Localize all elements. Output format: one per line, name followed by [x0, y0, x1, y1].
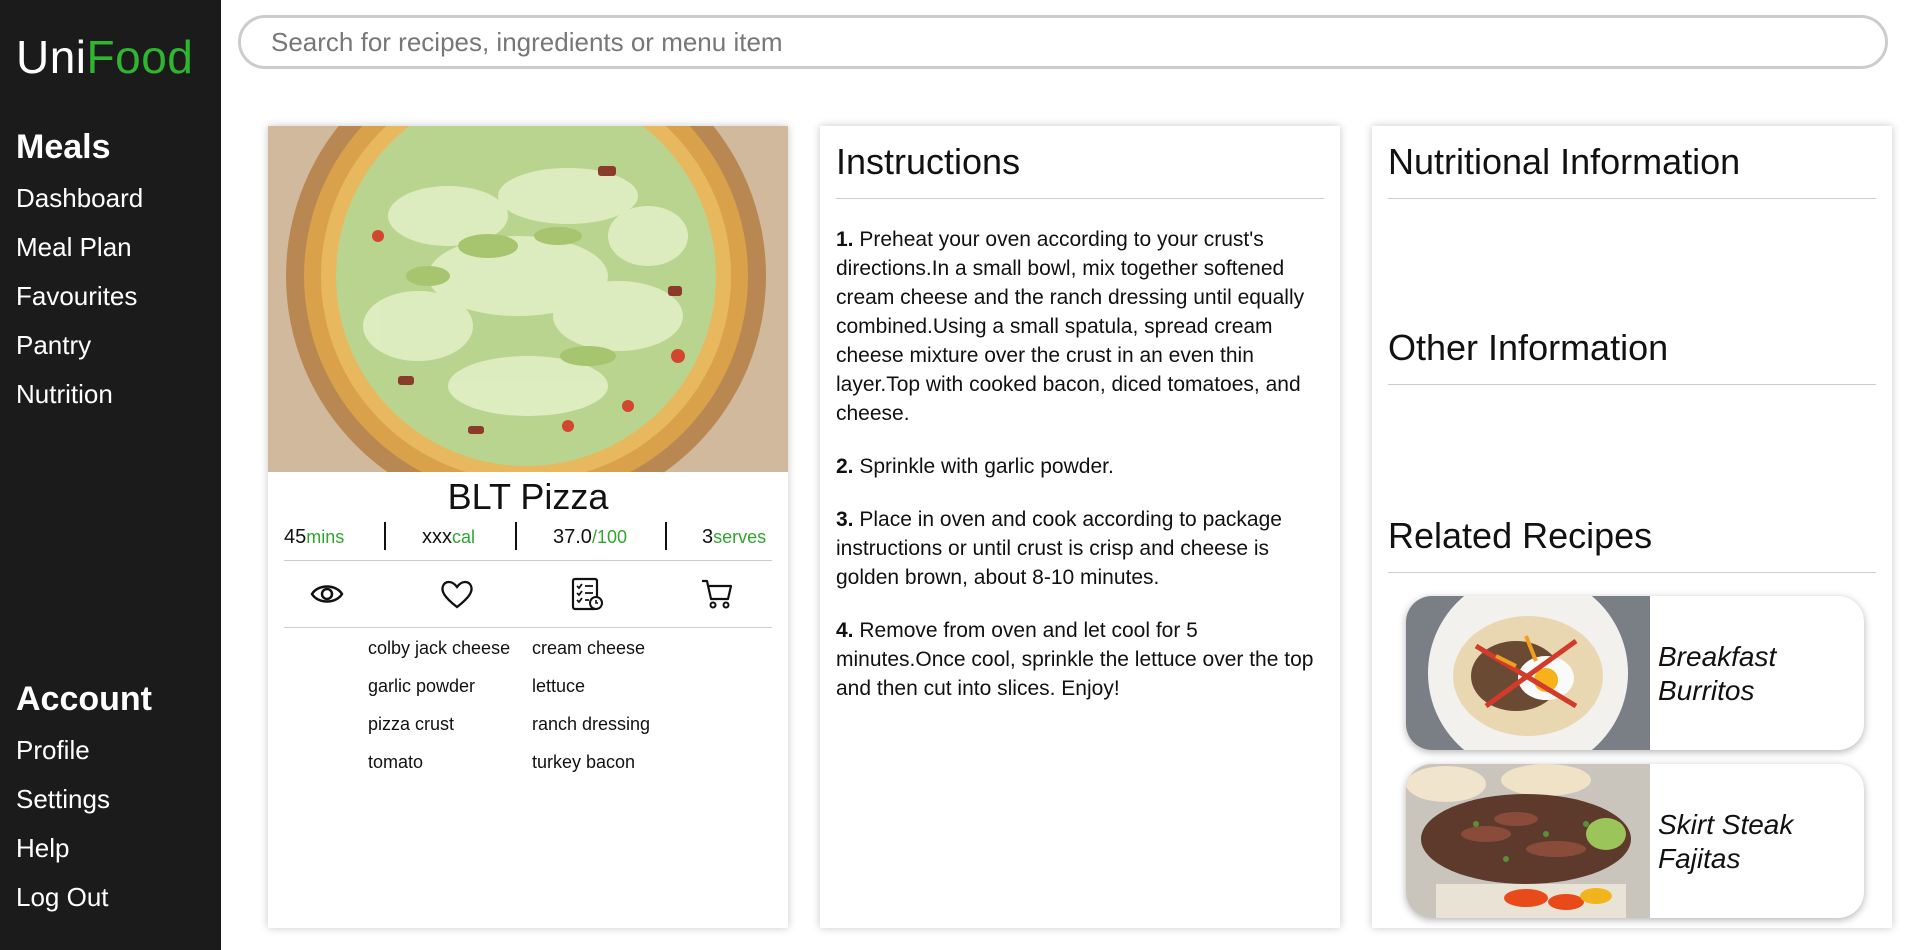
related-title-line: Breakfast [1658, 641, 1777, 672]
ingredient-item: tomato [368, 752, 424, 772]
step-text: Sprinkle with garlic powder. [853, 455, 1114, 478]
recipe-card: BLT Pizza 45mins xxxcal 37.0/100 3serves… [268, 126, 788, 928]
step-number: 1. [836, 228, 854, 251]
logo-uni: Uni [16, 31, 87, 83]
nutritional-info-title: Nutritional Information [1388, 142, 1876, 199]
instructions-title: Instructions [836, 142, 1324, 199]
score-value: 37.0 [553, 526, 592, 548]
recipe-actions [284, 561, 772, 628]
sidebar-item-nutrition[interactable]: Nutrition [16, 379, 113, 410]
stat-divider [515, 522, 517, 550]
related-recipe-image [1406, 596, 1650, 750]
ingredient-item: turkey bacon [532, 752, 636, 772]
score-unit: /100 [591, 527, 627, 547]
related-title-line: Fajitas [1658, 843, 1741, 874]
calorie-unit: cal [452, 527, 476, 547]
stat-divider [665, 522, 667, 550]
serves-unit: serves [713, 527, 767, 547]
time-unit: mins [306, 527, 345, 547]
serves-value: 3 [702, 526, 714, 548]
checklist-icon[interactable] [570, 577, 604, 616]
sidebar-item-profile[interactable]: Profile [16, 735, 90, 766]
search-input[interactable] [238, 15, 1888, 69]
sidebar-item-pantry[interactable]: Pantry [16, 330, 91, 361]
sidebar-item-favourites[interactable]: Favourites [16, 281, 137, 312]
logo-food: Food [86, 31, 194, 83]
related-recipe-card[interactable]: Breakfast Burritos [1406, 596, 1864, 750]
info-card: Nutritional Information Other Informatio… [1372, 126, 1892, 928]
account-heading: Account [16, 680, 152, 718]
step-text: Remove from oven and let cool for 5 minu… [836, 619, 1314, 700]
sidebar-item-settings[interactable]: Settings [16, 784, 110, 815]
related-recipe-card[interactable]: Skirt Steak Fajitas [1406, 764, 1864, 918]
recipe-title: BLT Pizza [447, 476, 609, 517]
related-recipe-title: Skirt Steak Fajitas [1658, 808, 1858, 876]
related-recipe-title: Breakfast Burritos [1658, 640, 1858, 708]
calorie-value: xxx [422, 526, 452, 548]
score-stat: 37.0/100 [553, 526, 627, 549]
sidebar-item-log-out[interactable]: Log Out [16, 882, 109, 913]
ingredient-item: ranch dressing [532, 714, 651, 734]
stat-divider [384, 522, 386, 550]
time-value: 45 [284, 526, 307, 548]
ingredient-item: lettuce [532, 676, 586, 696]
related-title-line: Burritos [1658, 675, 1755, 706]
related-recipes-title: Related Recipes [1388, 516, 1876, 573]
sidebar-item-dashboard[interactable]: Dashboard [16, 183, 143, 214]
step-number: 3. [836, 508, 854, 531]
ingredient-list: colby jack cheese cream cheese garlic po… [284, 628, 772, 828]
step-text: Place in oven and cook according to pack… [836, 508, 1282, 589]
step-text: Preheat your oven according to your crus… [836, 228, 1305, 425]
sidebar-item-meal-plan[interactable]: Meal Plan [16, 232, 132, 263]
instruction-step: 4. Remove from oven and let cool for 5 m… [836, 616, 1324, 703]
ingredient-item: colby jack cheese [368, 638, 511, 658]
recipe-stats: 45mins xxxcal 37.0/100 3serves [284, 520, 772, 561]
instructions-card: Instructions 1. Preheat your oven accord… [820, 126, 1340, 928]
cart-icon[interactable] [700, 577, 734, 616]
instruction-step: 2. Sprinkle with garlic powder. [836, 452, 1324, 481]
ingredient-item: pizza crust [368, 714, 455, 734]
step-number: 2. [836, 455, 854, 478]
ingredient-item: garlic powder [368, 676, 476, 696]
ingredient-item: cream cheese [532, 638, 646, 658]
step-number: 4. [836, 619, 854, 642]
instruction-step: 3. Place in oven and cook according to p… [836, 505, 1324, 592]
eye-icon[interactable] [310, 577, 344, 616]
app-logo[interactable]: UniFood [16, 30, 193, 84]
meals-heading: Meals [16, 128, 111, 166]
sidebar: UniFood Meals Dashboard Meal Plan Favour… [0, 0, 221, 950]
other-info-title: Other Information [1388, 328, 1876, 385]
instruction-step: 1. Preheat your oven according to your c… [836, 225, 1324, 428]
recipe-image [268, 126, 788, 472]
calorie-stat: xxxcal [422, 526, 475, 549]
related-recipe-image [1406, 764, 1650, 918]
time-stat: 45mins [284, 526, 344, 549]
heart-icon[interactable] [440, 577, 474, 616]
serves-stat: 3serves [702, 526, 766, 549]
related-title-line: Skirt Steak [1658, 809, 1794, 840]
sidebar-item-help[interactable]: Help [16, 833, 69, 864]
